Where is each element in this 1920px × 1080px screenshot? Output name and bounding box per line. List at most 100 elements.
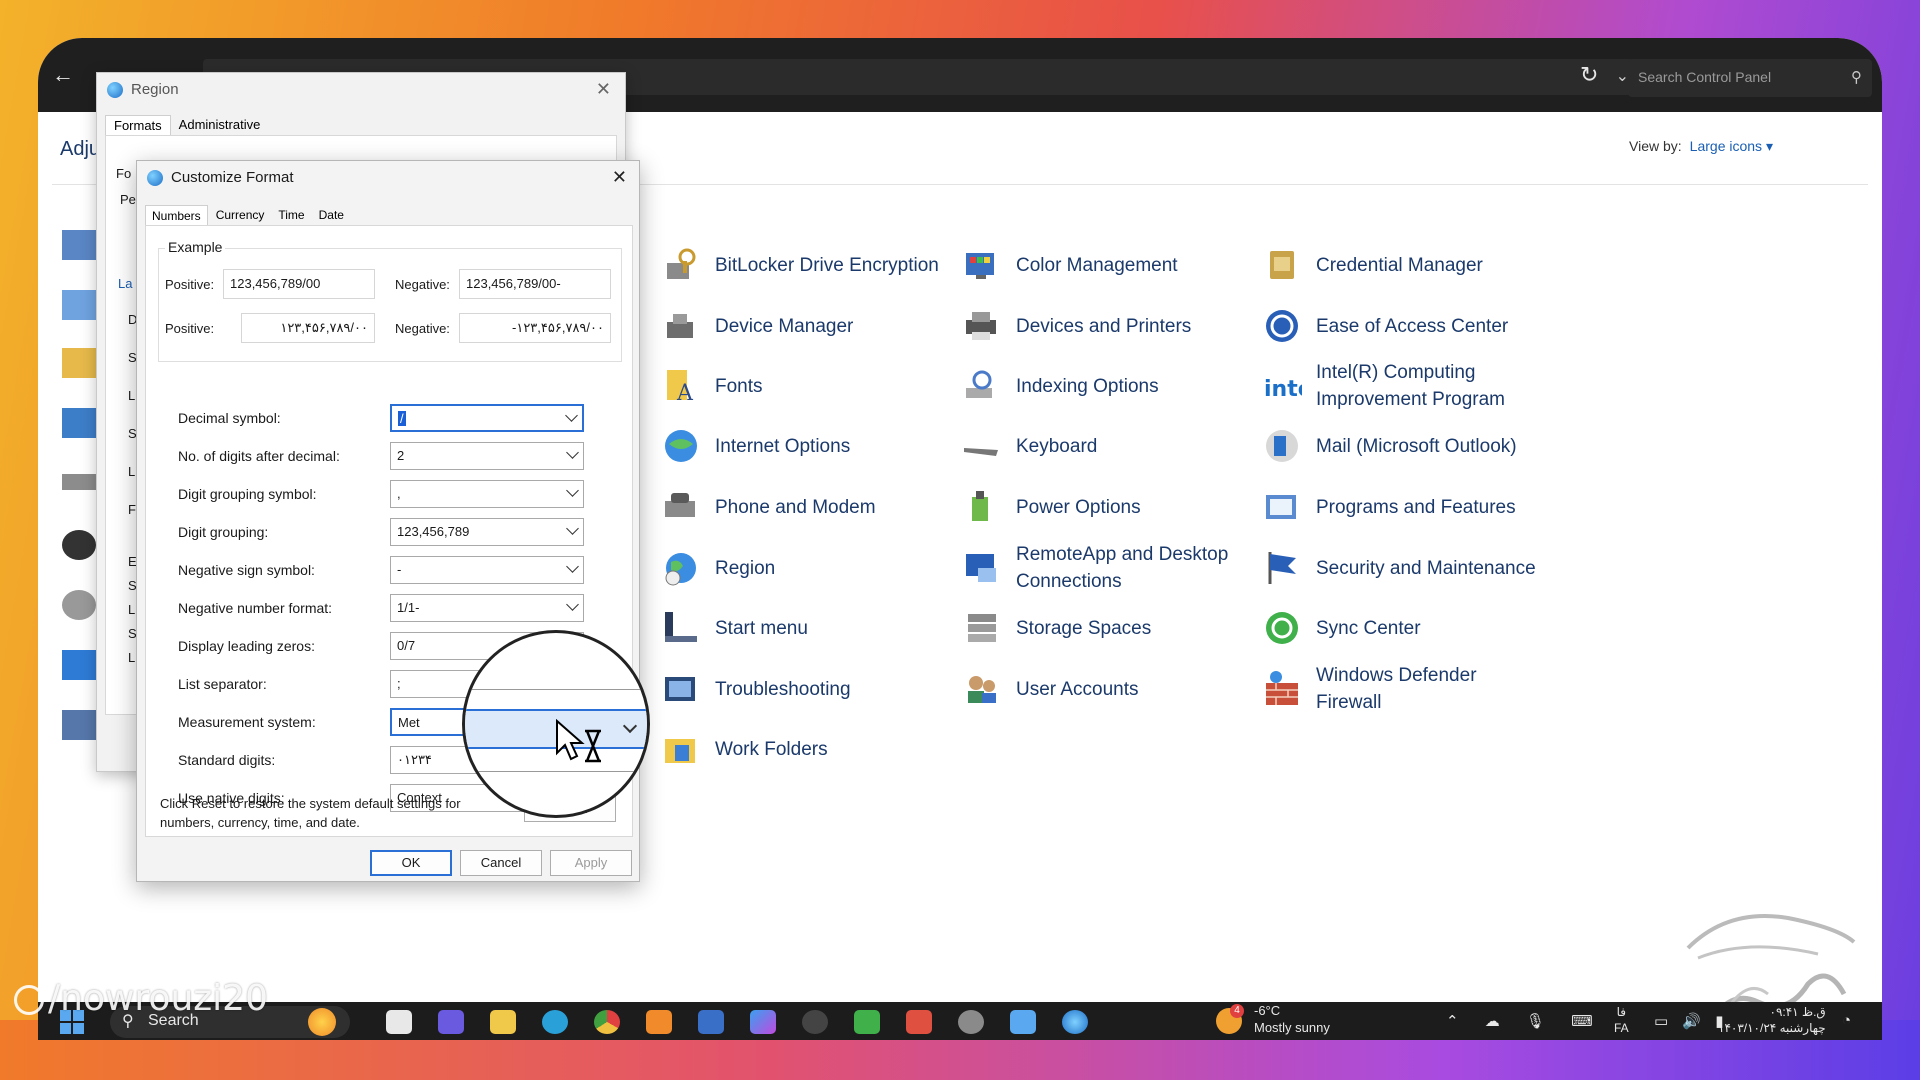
weather-widget[interactable]: 4 -6°C Mostly sunny — [1216, 1002, 1330, 1036]
category-icon[interactable] — [62, 530, 96, 560]
firewall-icon — [1266, 671, 1298, 705]
bitlocker-icon — [667, 248, 696, 279]
cp-item-internet-options[interactable]: Internet Options — [661, 424, 961, 468]
decimal-symbol-combo[interactable]: / — [390, 404, 584, 432]
cancel-button[interactable]: Cancel — [460, 850, 542, 876]
apply-button[interactable]: Apply — [550, 850, 632, 876]
cp-item-security-maintenance[interactable]: Security and Maintenance — [1262, 546, 1582, 590]
tab-administrative[interactable]: Administrative — [171, 115, 269, 135]
cp-item-intel[interactable]: intel Intel(R) Computing Improvement Pro… — [1262, 362, 1582, 410]
chevron-down-icon[interactable]: ⌄ — [1616, 66, 1629, 86]
app-icon[interactable] — [906, 1010, 932, 1034]
svg-text:A: A — [676, 381, 694, 406]
volume-icon[interactable]: 🔊 — [1682, 1013, 1701, 1030]
digit-grouping-combo[interactable]: 123,456,789 — [390, 518, 584, 546]
tab-time[interactable]: Time — [272, 205, 310, 226]
ease-of-access-icon — [1266, 310, 1298, 342]
cp-item-firewall[interactable]: Windows Defender Firewall — [1262, 665, 1562, 713]
category-icon[interactable] — [62, 590, 96, 620]
tab-date[interactable]: Date — [313, 205, 350, 226]
network-icon[interactable]: ▭ — [1654, 1013, 1668, 1030]
magnifier-lens — [462, 630, 650, 818]
start-menu-icon — [665, 612, 697, 642]
cp-item-devices-printers[interactable]: Devices and Printers — [962, 304, 1262, 348]
category-icon[interactable] — [62, 230, 96, 260]
category-icon[interactable] — [62, 408, 96, 438]
security-maintenance-icon — [1268, 552, 1296, 584]
cp-item-user-accounts[interactable]: User Accounts — [962, 667, 1262, 711]
chrome-icon[interactable] — [594, 1010, 620, 1034]
app-icon[interactable] — [698, 1010, 724, 1034]
cp-item-mail[interactable]: Mail (Microsoft Outlook) — [1262, 424, 1562, 468]
app-icon[interactable] — [802, 1010, 828, 1034]
fragment-link[interactable]: La — [118, 276, 132, 291]
chevron-up-icon[interactable]: ⌃ — [1446, 1013, 1459, 1030]
meet-icon[interactable] — [438, 1010, 464, 1034]
notifications-icon[interactable]: ◔ — [1842, 1012, 1851, 1029]
cp-item-keyboard[interactable]: Keyboard — [962, 424, 1262, 468]
clock[interactable]: ۰۹:۴۱ ق.ظ ۱۴۰۳/۱۰/۲۴ چهارشنبه — [1718, 1004, 1826, 1036]
back-arrow-icon[interactable]: ← — [52, 62, 74, 88]
category-icon[interactable] — [62, 650, 96, 680]
keyboard-icon[interactable]: ⌨ — [1571, 1013, 1593, 1030]
cp-item-power-options[interactable]: Power Options — [962, 485, 1262, 529]
category-icon[interactable] — [62, 290, 96, 320]
cp-item-indexing-options[interactable]: Indexing Options — [962, 364, 1262, 408]
cp-item-credential-manager[interactable]: Credential Manager — [1262, 243, 1562, 287]
copilot-icon[interactable] — [750, 1010, 776, 1034]
view-by: View by: Large icons ▾ — [1629, 138, 1773, 154]
cp-item-phone-modem[interactable]: Phone and Modem — [661, 485, 961, 529]
digit-grouping-symbol-combo[interactable]: , — [390, 480, 584, 508]
tab-currency[interactable]: Currency — [210, 205, 271, 226]
cp-item-region[interactable]: Region — [661, 546, 961, 590]
chevron-down-icon — [566, 522, 579, 535]
cp-item-work-folders[interactable]: Work Folders — [661, 727, 961, 771]
cp-item-remoteapp[interactable]: RemoteApp and Desktop Connections — [962, 544, 1262, 592]
chevron-down-icon — [566, 560, 579, 573]
negative-number-format-combo[interactable]: 1/1- — [390, 594, 584, 622]
cp-item-storage-spaces[interactable]: Storage Spaces — [962, 606, 1262, 650]
cp-item-device-manager[interactable]: Device Manager — [661, 304, 961, 348]
category-icon[interactable] — [62, 348, 96, 378]
refresh-icon[interactable]: ↻ — [1580, 62, 1598, 88]
digits-after-decimal-combo[interactable]: 2 — [390, 442, 584, 470]
close-icon[interactable]: ✕ — [612, 167, 627, 188]
cp-item-bitlocker[interactable]: BitLocker Drive Encryption — [661, 243, 961, 287]
negative-label: Negative: — [395, 321, 450, 336]
negative-sign-combo[interactable]: - — [390, 556, 584, 584]
file-explorer-icon[interactable] — [490, 1010, 516, 1034]
cp-item-color-management[interactable]: Color Management — [962, 243, 1262, 287]
region-dialog-title: Region — [107, 81, 179, 98]
search-control-panel-input[interactable]: Search Control Panel ⚲ — [1628, 59, 1872, 97]
cp-item-programs-features[interactable]: Programs and Features — [1262, 485, 1562, 529]
edge-icon[interactable] — [542, 1010, 568, 1034]
cp-item-sync-center[interactable]: Sync Center — [1262, 606, 1562, 650]
customize-tabs: Numbers Currency Time Date — [145, 205, 352, 226]
standard-digits-label: Standard digits: — [178, 752, 276, 768]
storage-spaces-icon — [968, 614, 996, 642]
cp-item-start-menu[interactable]: Start menu — [661, 606, 961, 650]
task-view-icon[interactable] — [386, 1010, 412, 1034]
keyboard-icon — [964, 448, 998, 456]
category-icon[interactable] — [62, 710, 96, 740]
close-icon[interactable]: ✕ — [596, 79, 611, 100]
intel-icon: intel — [1264, 377, 1302, 402]
cp-item-troubleshooting[interactable]: Troubleshooting — [661, 667, 961, 711]
settings-icon[interactable] — [958, 1010, 984, 1034]
category-icon[interactable] — [62, 474, 96, 490]
mail-icon — [1266, 430, 1298, 462]
language-indicator[interactable]: فا FA — [1614, 1004, 1629, 1036]
tab-numbers[interactable]: Numbers — [145, 205, 208, 226]
cp-item-ease-of-access[interactable]: Ease of Access Center — [1262, 304, 1562, 348]
microphone-icon[interactable]: 🎙 — [1526, 1013, 1545, 1030]
app-icon[interactable] — [646, 1010, 672, 1034]
ok-button[interactable]: OK — [370, 850, 452, 876]
onedrive-icon[interactable]: ☁ — [1485, 1013, 1500, 1030]
negative-number-format-label: Negative number format: — [178, 600, 333, 616]
region-app-icon[interactable] — [1062, 1010, 1088, 1034]
control-panel-icon[interactable] — [1010, 1010, 1036, 1034]
app-icon[interactable] — [854, 1010, 880, 1034]
view-by-dropdown[interactable]: Large icons ▾ — [1690, 138, 1773, 154]
cp-item-fonts[interactable]: A Fonts — [661, 364, 961, 408]
tab-formats[interactable]: Formats — [105, 115, 171, 135]
